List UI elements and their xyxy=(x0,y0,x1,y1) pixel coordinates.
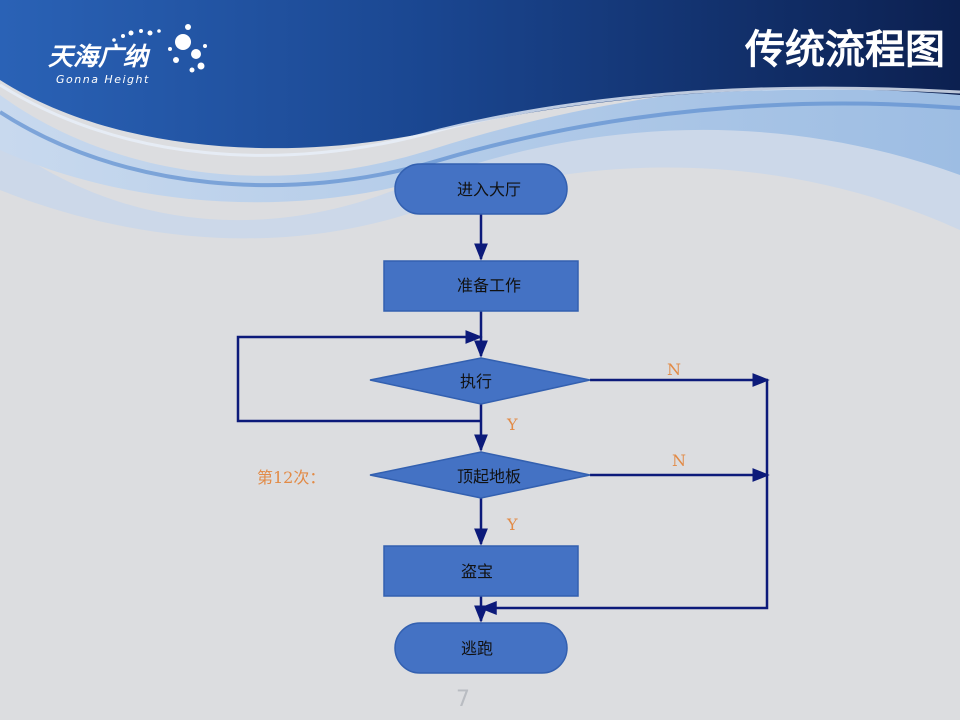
node-lift-floor: 顶起地板 xyxy=(369,451,591,499)
node-prepare-label: 准备工作 xyxy=(457,276,521,295)
node-escape: 逃跑 xyxy=(394,622,568,674)
node-execute-label: 执行 xyxy=(460,372,492,391)
attempt-annotation: 第12次： xyxy=(257,468,325,487)
edge-label-execute-yes: Y xyxy=(506,415,518,434)
node-lift-floor-label: 顶起地板 xyxy=(457,467,521,486)
edge-label-lift-yes: Y xyxy=(506,515,518,534)
node-steal: 盗宝 xyxy=(383,545,579,597)
node-escape-label: 逃跑 xyxy=(461,639,493,658)
edge-label-lift-no: N xyxy=(672,451,686,470)
brand-name-cn: 天海广纳 xyxy=(48,42,151,71)
node-execute: 执行 xyxy=(369,357,591,405)
node-start: 进入大厅 xyxy=(394,163,568,215)
node-steal-label: 盗宝 xyxy=(461,562,493,581)
page-number: 7 xyxy=(456,687,470,712)
slide-title: 传统流程图 xyxy=(744,27,945,73)
slide-canvas: 天海广纳 Gonna Height 传统流程图 进入大厅 准备工作 执行 顶起地… xyxy=(0,0,960,712)
node-start-label: 进入大厅 xyxy=(457,180,521,199)
node-prepare: 准备工作 xyxy=(383,260,579,312)
brand-name-en: Gonna Height xyxy=(56,73,150,86)
edge-label-execute-no: N xyxy=(667,360,681,379)
